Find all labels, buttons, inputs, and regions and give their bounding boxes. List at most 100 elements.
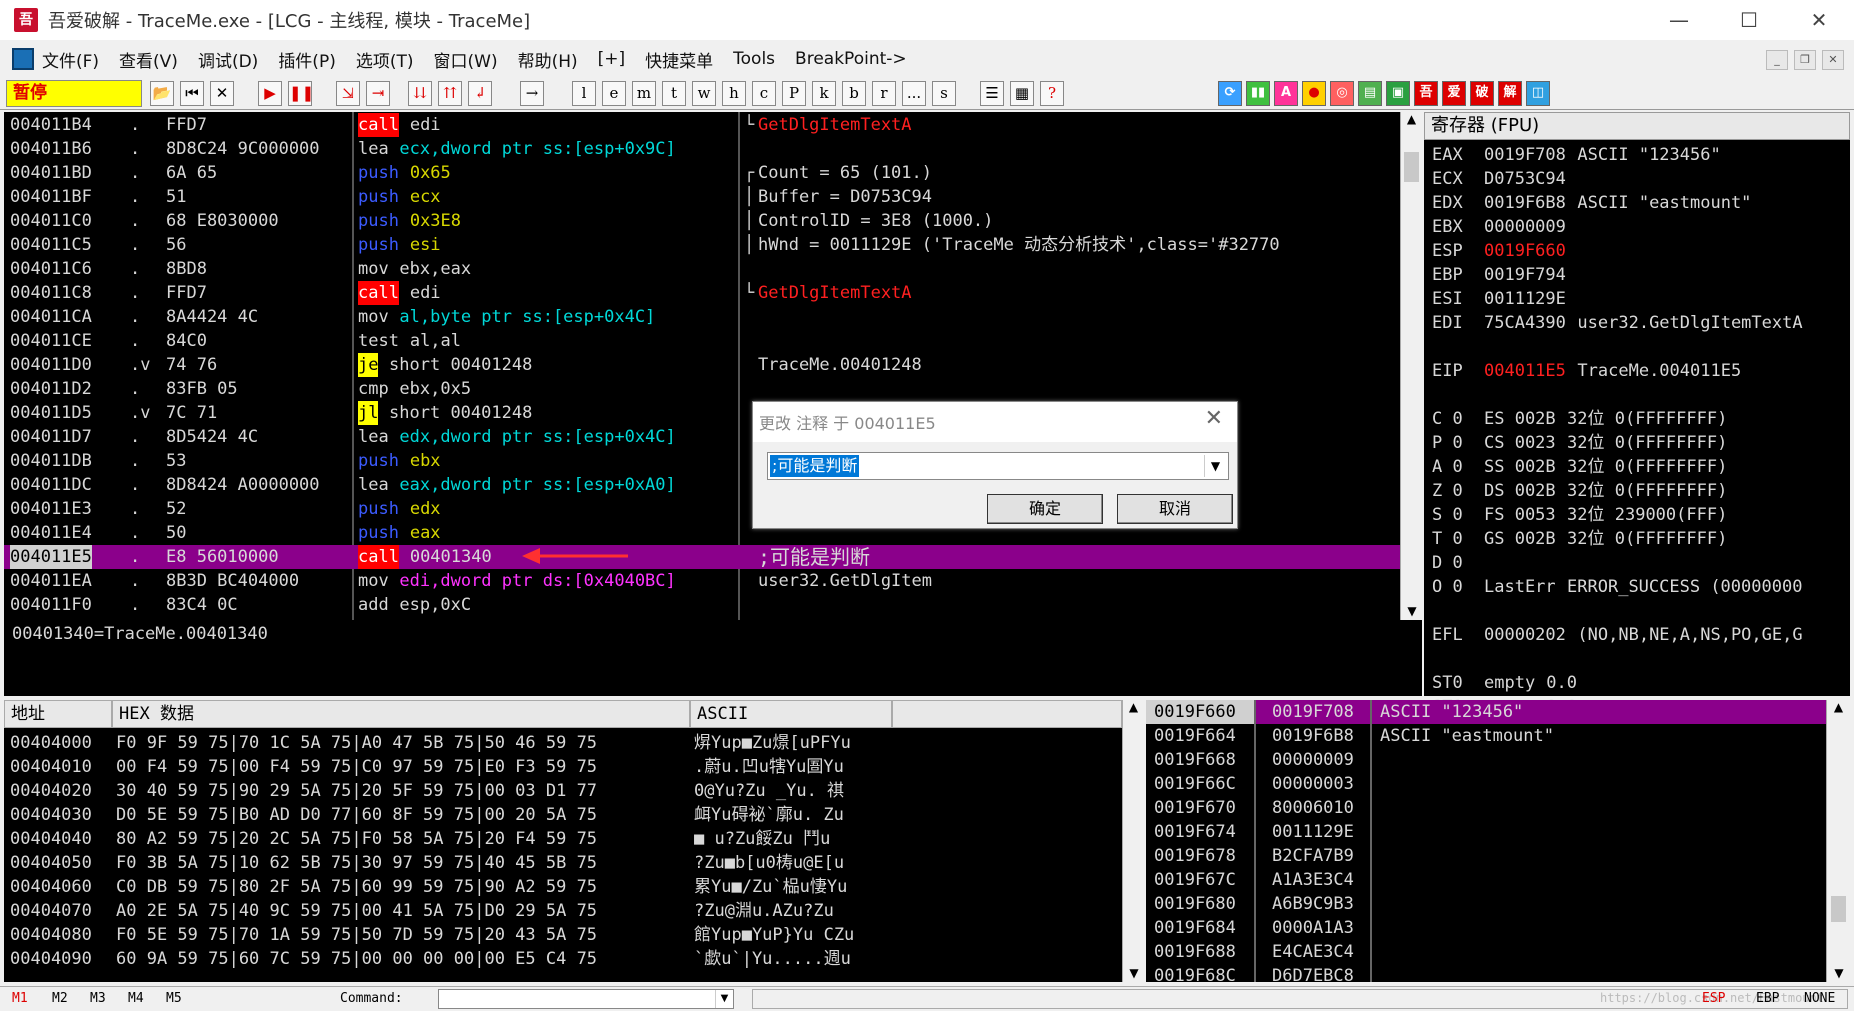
register-value[interactable]: 00000009: [1484, 215, 1566, 239]
dump-address[interactable]: 00404070: [10, 899, 92, 923]
toolbar-dots[interactable]: ...: [902, 81, 926, 106]
toolbar-s[interactable]: s: [932, 81, 956, 106]
plugin-record-icon[interactable]: ●: [1302, 81, 1326, 106]
toolbar-r[interactable]: r: [872, 81, 896, 106]
register-value[interactable]: 0019F6B8: [1484, 191, 1566, 215]
plugin-po-icon[interactable]: 破: [1470, 81, 1494, 106]
close-debug-icon[interactable]: ✕: [210, 81, 234, 106]
toolbar-e[interactable]: e: [602, 81, 626, 106]
plugin-window-icon[interactable]: ◫: [1526, 81, 1550, 106]
child-minimize-button[interactable]: _: [1766, 50, 1788, 70]
stack-address[interactable]: 0019F670: [1154, 796, 1236, 820]
disassembly-scrollbar[interactable]: ▲ ▼: [1400, 112, 1422, 620]
disasm-address[interactable]: 004011B6: [10, 137, 92, 161]
stack-ebp-button[interactable]: EBP: [1756, 991, 1779, 1006]
register-value[interactable]: 75CA4390: [1484, 311, 1566, 335]
menu-view[interactable]: 查看(V): [119, 47, 178, 72]
menu-file[interactable]: 文件(F): [42, 47, 99, 72]
list-icon[interactable]: ☰: [980, 81, 1004, 106]
stack-address[interactable]: 0019F674: [1154, 820, 1236, 844]
dump-address[interactable]: 00404040: [10, 827, 92, 851]
register-value[interactable]: LastErr: [1484, 575, 1556, 599]
disasm-address[interactable]: 004011BD: [10, 161, 92, 185]
menu-plus[interactable]: [+]: [598, 49, 626, 69]
dump-address[interactable]: 00404010: [10, 755, 92, 779]
toolbar-m[interactable]: m: [632, 81, 656, 106]
ok-button[interactable]: 确定: [987, 494, 1103, 524]
dialog-close-icon[interactable]: ✕: [1205, 406, 1223, 431]
child-restore-button[interactable]: ❐: [1794, 50, 1816, 70]
dump-address[interactable]: 00404020: [10, 779, 92, 803]
stack-esp-button[interactable]: ESP: [1702, 991, 1725, 1006]
chevron-down-icon[interactable]: ▼: [715, 990, 733, 1008]
menu-shortcuts[interactable]: 快捷菜单: [645, 47, 713, 72]
plugin-refresh-icon[interactable]: ⟳: [1218, 81, 1242, 106]
dump-address[interactable]: 00404090: [10, 947, 92, 971]
plugin-screen-icon[interactable]: ▣: [1386, 81, 1410, 106]
command-input[interactable]: ▼: [438, 989, 734, 1009]
disasm-address[interactable]: 004011C5: [10, 233, 92, 257]
stack-address[interactable]: 0019F66C: [1154, 772, 1236, 796]
toolbar-h[interactable]: h: [722, 81, 746, 106]
toolbar-k[interactable]: k: [812, 81, 836, 106]
plugin-calc-icon[interactable]: ▤: [1358, 81, 1382, 106]
registers-header[interactable]: 寄存器 (FPU): [1424, 112, 1850, 140]
disasm-address[interactable]: 004011E3: [10, 497, 92, 521]
disasm-address[interactable]: 004011F0: [10, 593, 92, 617]
info-pane[interactable]: 00401340=TraceMe.00401340: [4, 620, 1422, 696]
stack-address[interactable]: 0019F668: [1154, 748, 1236, 772]
disasm-address[interactable]: 004011D2: [10, 377, 92, 401]
register-value[interactable]: 0019F708: [1484, 143, 1566, 167]
register-value[interactable]: FS 0053: [1484, 503, 1556, 527]
plugin-a-icon[interactable]: A: [1274, 81, 1298, 106]
toolbar-p[interactable]: P: [782, 81, 806, 106]
dump-header-ascii[interactable]: ASCII: [690, 700, 892, 728]
toolbar-b[interactable]: b: [842, 81, 866, 106]
stack-address[interactable]: 0019F660: [1154, 700, 1236, 724]
help-icon[interactable]: ?: [1040, 81, 1064, 106]
toolbar-w[interactable]: w: [692, 81, 716, 106]
disasm-address[interactable]: 004011DC: [10, 473, 92, 497]
stack-address[interactable]: 0019F684: [1154, 916, 1236, 940]
maximize-button[interactable]: ☐: [1714, 0, 1784, 40]
chevron-down-icon[interactable]: ▼: [1204, 455, 1226, 477]
mark-tab-m4[interactable]: M4: [128, 991, 144, 1006]
register-value[interactable]: 004011E5: [1484, 359, 1566, 383]
menu-window[interactable]: 窗口(W): [434, 47, 498, 72]
mark-tab-m5[interactable]: M5: [166, 991, 182, 1006]
stack-address[interactable]: 0019F678: [1154, 844, 1236, 868]
stack-address[interactable]: 0019F67C: [1154, 868, 1236, 892]
mark-tab-m3[interactable]: M3: [90, 991, 106, 1006]
dump-header-hex[interactable]: HEX 数据: [112, 700, 690, 728]
step-over-icon[interactable]: ⇥: [366, 81, 390, 106]
toolbar-c[interactable]: c: [752, 81, 776, 106]
comment-input[interactable]: ;可能是判断: [770, 455, 860, 477]
menu-plugins[interactable]: 插件(P): [278, 47, 336, 72]
toolbar-l[interactable]: l: [572, 81, 596, 106]
disasm-address[interactable]: 004011C6: [10, 257, 92, 281]
register-value[interactable]: CS 0023: [1484, 431, 1556, 455]
stack-scrollbar[interactable]: ▲ ▼: [1826, 700, 1850, 982]
register-value[interactable]: 0019F794: [1484, 263, 1566, 287]
dump-address[interactable]: 00404030: [10, 803, 92, 827]
dump-address[interactable]: 00404080: [10, 923, 92, 947]
menu-debug[interactable]: 调试(D): [198, 47, 258, 72]
open-icon[interactable]: 📂: [150, 81, 174, 106]
dump-address[interactable]: 00404050: [10, 851, 92, 875]
plugin-pause-icon[interactable]: ▮▮: [1246, 81, 1270, 106]
disasm-address[interactable]: 004011D7: [10, 425, 92, 449]
menu-breakpoint[interactable]: BreakPoint->: [795, 49, 907, 69]
dump-address[interactable]: 00404060: [10, 875, 92, 899]
stack-address[interactable]: 0019F664: [1154, 724, 1236, 748]
disasm-address[interactable]: 004011CE: [10, 329, 92, 353]
disasm-address[interactable]: 004011C8: [10, 281, 92, 305]
plugin-target-icon[interactable]: ◎: [1330, 81, 1354, 106]
disasm-address[interactable]: 004011E4: [10, 521, 92, 545]
mark-tab-m1[interactable]: M1: [12, 991, 28, 1006]
menu-tools[interactable]: Tools: [733, 49, 775, 69]
dump-scrollbar[interactable]: ▲ ▼: [1122, 700, 1144, 982]
mark-tab-m2[interactable]: M2: [52, 991, 68, 1006]
grid-icon[interactable]: ▦: [1010, 81, 1034, 106]
register-value[interactable]: D0753C94: [1484, 167, 1566, 191]
goto-icon[interactable]: →: [520, 81, 544, 106]
